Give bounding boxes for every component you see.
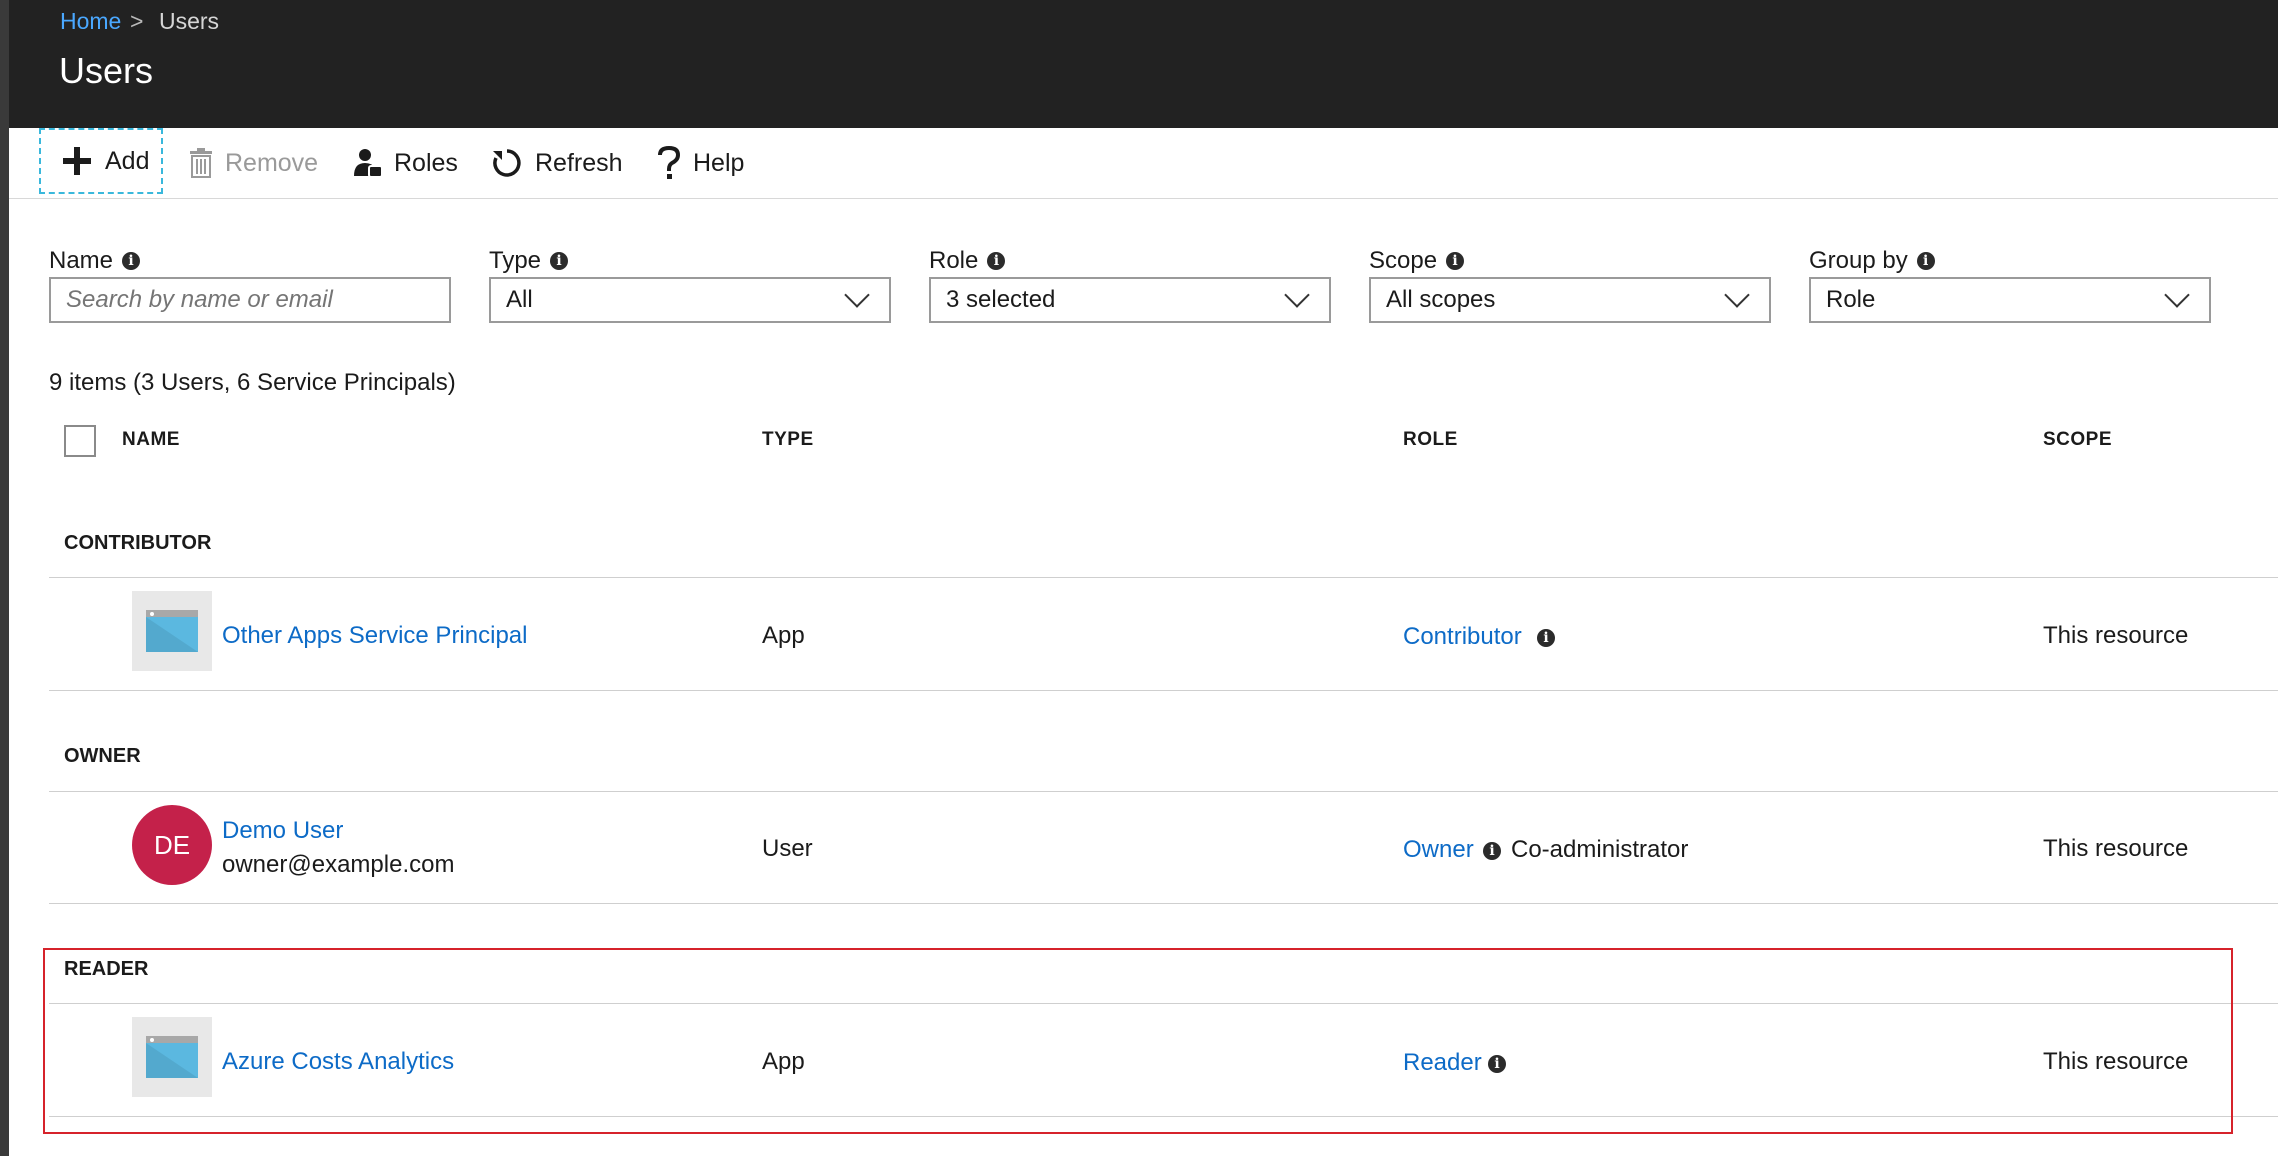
- row-scope: This resource: [2043, 835, 2189, 862]
- refresh-button[interactable]: Refresh: [491, 128, 623, 198]
- roles-button[interactable]: Roles: [354, 128, 458, 198]
- row-role-extra: Co-administrator: [1511, 836, 1689, 863]
- breadcrumb-current: Users: [159, 8, 220, 34]
- role-filter-label: Role i: [929, 246, 1006, 276]
- refresh-icon: [493, 149, 521, 177]
- row-name-link[interactable]: Other Apps Service Principal: [222, 621, 527, 651]
- scope-dropdown-value: All scopes: [1386, 286, 1496, 313]
- row-name-link[interactable]: Demo User: [222, 816, 343, 846]
- row-role-link[interactable]: Owner: [1403, 835, 1474, 865]
- row-type: App: [762, 622, 805, 649]
- type-filter-label-text: Type: [489, 247, 542, 274]
- role-filter-label-text: Role: [929, 247, 979, 274]
- chevron-down-icon: [2164, 282, 2190, 308]
- info-icon[interactable]: i: [987, 252, 1006, 270]
- divider: [49, 577, 2278, 578]
- info-icon[interactable]: i: [1537, 629, 1555, 647]
- add-button[interactable]: Add: [39, 128, 163, 194]
- role-dropdown[interactable]: 3 selected: [929, 277, 1331, 323]
- info-icon[interactable]: i: [550, 252, 569, 270]
- row-email: owner@example.com: [222, 851, 455, 878]
- group-by-label-text: Group by: [1809, 247, 1908, 274]
- name-search-input[interactable]: [49, 277, 451, 323]
- group-by-dropdown-value: Role: [1826, 286, 1876, 313]
- refresh-label: Refresh: [535, 148, 623, 177]
- divider: [49, 690, 2278, 691]
- divider: [49, 791, 2278, 792]
- select-all-checkbox[interactable]: [64, 425, 96, 457]
- trash-icon: [190, 148, 212, 178]
- remove-label: Remove: [225, 148, 319, 177]
- app-icon: [132, 591, 212, 671]
- add-label: Add: [105, 146, 150, 175]
- info-icon[interactable]: i: [1483, 842, 1501, 860]
- scope-filter-label-text: Scope: [1369, 247, 1438, 274]
- items-count: 9 items (3 Users, 6 Service Principals): [49, 369, 456, 396]
- scope-filter-label: Scope i: [1369, 246, 1465, 276]
- group-header-owner: OWNER: [64, 745, 141, 767]
- info-icon[interactable]: i: [122, 252, 141, 270]
- row-role-link[interactable]: Contributor: [1403, 622, 1522, 652]
- info-icon[interactable]: i: [1916, 252, 1935, 270]
- column-header-type[interactable]: TYPE: [762, 427, 814, 453]
- help-icon: [658, 146, 681, 179]
- info-icon[interactable]: i: [1446, 252, 1465, 270]
- highlight-box: [43, 948, 2233, 1134]
- avatar: DE: [132, 805, 212, 885]
- column-header-role[interactable]: ROLE: [1403, 427, 1458, 453]
- chevron-down-icon: [844, 282, 870, 308]
- type-dropdown[interactable]: All: [489, 277, 891, 323]
- column-header-name[interactable]: NAME: [122, 427, 180, 453]
- breadcrumb-separator: >: [130, 8, 144, 34]
- type-filter-label: Type i: [489, 246, 569, 276]
- scope-dropdown[interactable]: All scopes: [1369, 277, 1771, 323]
- chevron-down-icon: [1284, 282, 1310, 308]
- type-dropdown-value: All: [506, 286, 533, 313]
- blade-header: [0, 0, 2278, 128]
- left-edge: [0, 0, 9, 1156]
- group-by-label: Group by i: [1809, 246, 1935, 276]
- roles-label: Roles: [394, 148, 458, 177]
- column-header-scope[interactable]: SCOPE: [2043, 427, 2112, 453]
- name-filter-label-text: Name: [49, 247, 114, 274]
- roles-icon: [354, 149, 382, 178]
- role-dropdown-value: 3 selected: [946, 286, 1056, 313]
- help-label: Help: [693, 148, 745, 177]
- name-filter-label: Name i: [49, 246, 141, 276]
- remove-button[interactable]: Remove: [189, 128, 318, 198]
- chevron-down-icon: [1724, 282, 1750, 308]
- divider: [49, 903, 2278, 904]
- group-header-contributor: CONTRIBUTOR: [64, 532, 212, 554]
- command-bar: Add Remove Roles Refresh Help: [9, 128, 2278, 199]
- row-scope: This resource: [2043, 622, 2189, 649]
- row-type: User: [762, 835, 813, 862]
- group-by-dropdown[interactable]: Role: [1809, 277, 2211, 323]
- help-button[interactable]: Help: [657, 128, 744, 198]
- plus-icon: [63, 147, 91, 175]
- breadcrumb-home-link[interactable]: Home: [60, 6, 121, 36]
- page-title: Users: [59, 50, 154, 91]
